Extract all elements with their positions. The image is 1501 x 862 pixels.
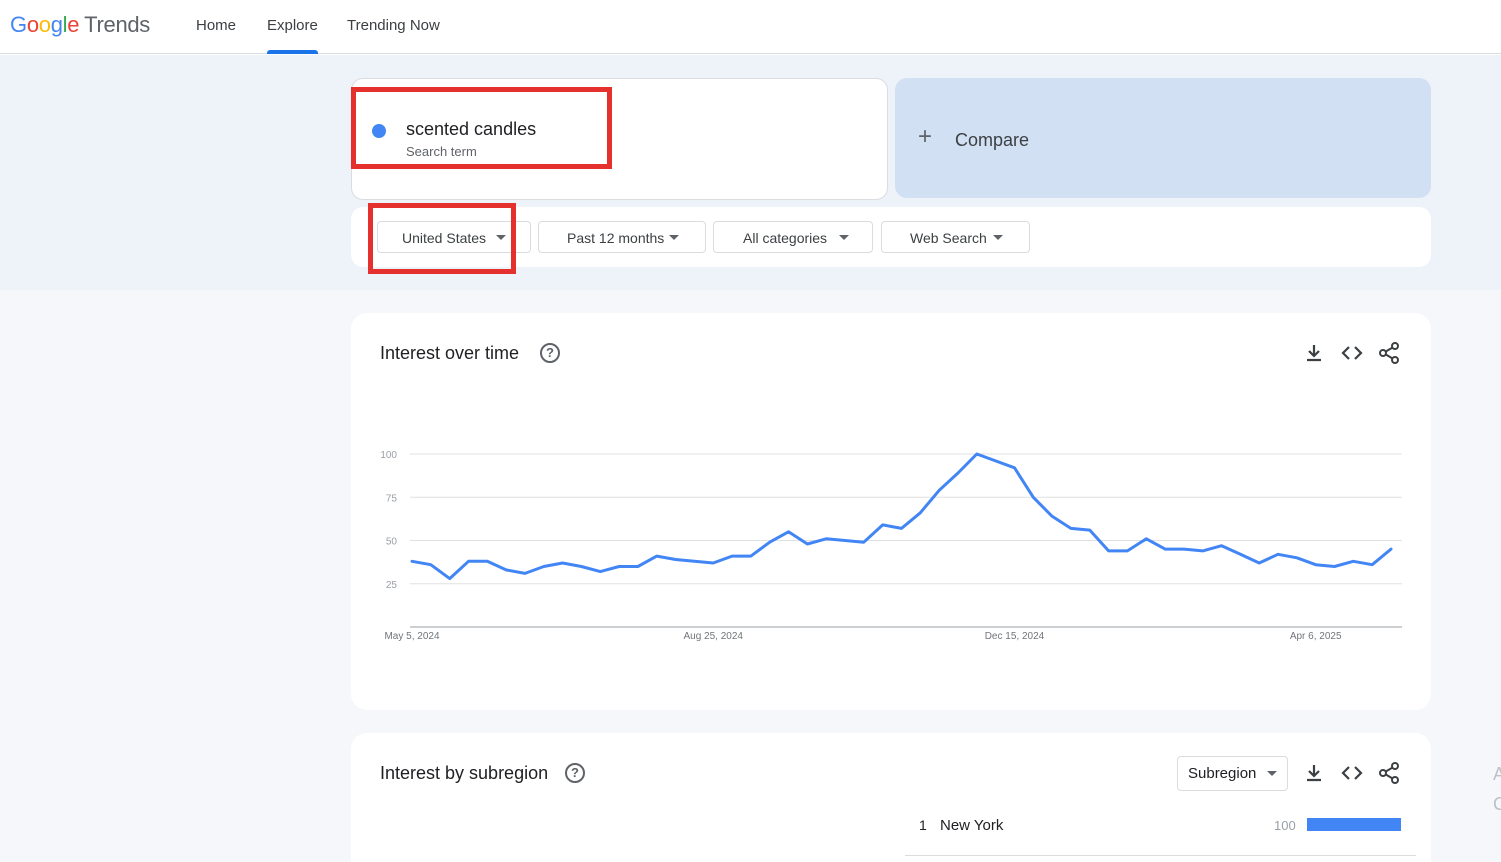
- time-range-dropdown[interactable]: Past 12 months: [538, 221, 706, 253]
- subregion-value-bar: [1307, 818, 1401, 831]
- interest-by-subregion-title: Interest by subregion: [380, 763, 549, 783]
- help-icon[interactable]: ?: [565, 763, 585, 783]
- search-property-label: Web Search: [910, 230, 987, 246]
- x-tick-label: Aug 25, 2024: [683, 631, 743, 642]
- nav-home[interactable]: Home: [196, 17, 236, 34]
- help-icon[interactable]: ?: [540, 343, 560, 363]
- subregion-dropdown[interactable]: Subregion: [1177, 756, 1288, 791]
- row-divider: [905, 855, 1416, 856]
- edge-glyph: A: [1493, 764, 1501, 784]
- search-property-dropdown[interactable]: Web Search: [881, 221, 1030, 253]
- download-icon[interactable]: [1302, 761, 1326, 785]
- plus-icon: +: [918, 123, 933, 150]
- caret-down-icon: [993, 235, 1003, 240]
- logo-product-name: Trends: [84, 12, 151, 37]
- category-label: All categories: [743, 230, 828, 246]
- subregion-rank: 1: [919, 817, 927, 833]
- x-tick-label: May 5, 2024: [384, 631, 439, 642]
- x-tick-label: Dec 15, 2024: [985, 631, 1045, 642]
- top-app-bar: Google Trends Home Explore Trending Now: [0, 0, 1501, 54]
- active-tab-indicator: [267, 50, 318, 54]
- edge-glyph: C: [1493, 794, 1501, 814]
- y-tick-label: 100: [380, 450, 397, 461]
- compare-label[interactable]: Compare: [955, 130, 1029, 151]
- share-icon[interactable]: [1377, 761, 1401, 785]
- y-tick-label: 75: [386, 493, 398, 504]
- share-icon[interactable]: [1377, 341, 1401, 365]
- interest-over-time-chart[interactable]: 25 50 75 100 May 5, 2024 Aug 25, 2024 Dec 15, …: [370, 440, 1410, 655]
- time-range-label: Past 12 months: [567, 230, 665, 246]
- caret-down-icon: [669, 235, 679, 240]
- caret-down-icon: [839, 235, 849, 240]
- nav-explore[interactable]: Explore: [267, 17, 318, 34]
- series-line: [410, 452, 1393, 581]
- interest-over-time-title: Interest over time: [380, 343, 520, 363]
- category-dropdown[interactable]: All categories: [713, 221, 873, 253]
- caret-down-icon: [1267, 771, 1277, 776]
- logo-letter: o: [38, 12, 51, 37]
- logo-letter: e: [67, 12, 80, 37]
- x-tick-label: Apr 6, 2025: [1290, 631, 1342, 642]
- google-trends-logo[interactable]: Google Trends: [10, 12, 150, 38]
- embed-icon[interactable]: [1340, 761, 1364, 785]
- y-tick-label: 50: [386, 537, 398, 548]
- y-tick-label: 25: [386, 580, 398, 591]
- logo-letter: G: [10, 12, 27, 37]
- subregion-value: 100: [1274, 818, 1296, 833]
- logo-letter: o: [26, 12, 39, 37]
- interest-by-subregion-card: [351, 733, 1431, 862]
- embed-icon[interactable]: [1340, 341, 1364, 365]
- nav-trending-now[interactable]: Trending Now: [347, 17, 440, 34]
- subregion-name[interactable]: New York: [940, 817, 1003, 834]
- download-icon[interactable]: [1302, 341, 1326, 365]
- highlight-box: [368, 203, 516, 274]
- logo-letter: g: [50, 12, 63, 37]
- subregion-dropdown-label: Subregion: [1188, 765, 1257, 782]
- highlight-box: [351, 87, 612, 169]
